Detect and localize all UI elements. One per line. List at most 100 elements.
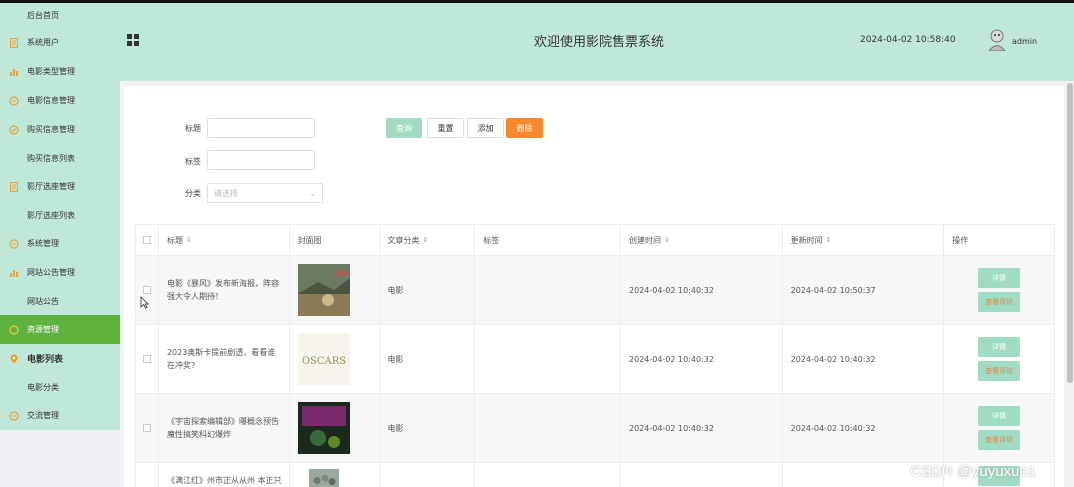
row-tag xyxy=(475,256,621,324)
table-body: 电影《暴风》发布新海报，阵容强大令人期待！ 暴风电影 2024-04-02 10:4… xyxy=(136,256,1054,463)
category-select-placeholder: 请选择 xyxy=(214,188,238,198)
cover-image xyxy=(308,469,339,487)
add-button[interactable]: 添加 xyxy=(467,118,504,138)
sidebar-item-label: 电影列表 xyxy=(27,355,64,365)
circle-icon xyxy=(9,324,19,335)
sidebar-item-10[interactable]: 网站公告 xyxy=(0,287,120,315)
row-title: 《宇宙探索编辑部》曝概念预告 魔性搞笑科幻爆炸 xyxy=(159,394,290,462)
row-updated: 2024-04-02 10:40:32 xyxy=(783,394,945,462)
title-filter-label: 标题 xyxy=(185,124,201,133)
row-updated: 2024-04-02 10:50:37 xyxy=(783,256,945,324)
header-cover: 封面图 xyxy=(290,225,380,255)
avatar-icon[interactable] xyxy=(987,29,1007,52)
detail-button[interactable]: 详情 xyxy=(978,337,1021,357)
sidebar-item-1[interactable]: 系统用户 xyxy=(0,28,120,57)
chat-icon xyxy=(9,238,19,249)
header-tag: 标签 xyxy=(475,225,621,255)
sidebar-item-8[interactable]: 系统管理 xyxy=(0,229,120,258)
sidebar-item-13[interactable]: 电影分类 xyxy=(0,373,120,401)
sidebar-item-label: 影厅选座列表 xyxy=(27,210,75,220)
row-checkbox[interactable] xyxy=(142,286,151,294)
title-filter-input[interactable] xyxy=(207,118,315,138)
sidebar-item-label: 系统管理 xyxy=(27,239,59,248)
row-checkbox[interactable] xyxy=(142,355,151,363)
sidebar-item-4[interactable]: 购买信息管理 xyxy=(0,115,120,144)
table-row: 2023奥斯卡提前剧透，看看谁在冲奖? OSCARS 电影 2024-04-02 10… xyxy=(136,325,1054,394)
sort-icon[interactable]: ⇕ xyxy=(423,236,429,244)
detail-button[interactable]: 详情 xyxy=(978,268,1021,288)
header-title[interactable]: 标题 ⇕ xyxy=(159,225,290,255)
system-title: 欢迎使用影院售票系统 xyxy=(534,35,665,50)
sidebar-item-label: 购买信息管理 xyxy=(27,125,75,134)
page-scrollbar[interactable] xyxy=(1066,81,1074,487)
row-created: 2024-04-02 10:40:32 xyxy=(621,325,783,393)
sidebar-item-12[interactable]: 电影列表 xyxy=(0,344,120,373)
sidebar-item-5[interactable]: 购买信息列表 xyxy=(0,144,120,172)
row-created: 2024-04-02 10:40:32 xyxy=(621,256,783,324)
view-comments-button[interactable]: 查看评论 xyxy=(978,292,1021,312)
sidebar-item-label: 购买信息列表 xyxy=(27,153,75,163)
sidebar-item-2[interactable]: 电影类型管理 xyxy=(0,57,120,86)
header-category[interactable]: 文章分类 ⇕ xyxy=(380,225,476,255)
chevron-down-icon: ⌄ xyxy=(309,188,316,198)
category-select[interactable]: 请选择 ⌄ xyxy=(207,183,323,203)
sidebar-item-3[interactable]: 电影信息管理 xyxy=(0,86,120,115)
tag-filter-label: 标签 xyxy=(185,157,201,166)
sidebar-item-14[interactable]: 交流管理 xyxy=(0,401,120,430)
row-category: 电影 xyxy=(380,394,476,462)
main-content: 标题 标签 分类 请选择 ⌄ 查询 重置 添加 删除 标题 ⇕ 封面图 文章分类 ⇕… xyxy=(124,86,1064,487)
sidebar-item-label: 后台首页 xyxy=(27,11,59,20)
select-all-checkbox[interactable] xyxy=(142,236,151,244)
row-created: 2024-04-02 10:40:32 xyxy=(621,394,783,462)
sort-icon[interactable]: ⇕ xyxy=(826,236,832,244)
chat-icon xyxy=(9,410,19,421)
sidebar-item-label: 资源管理 xyxy=(27,325,59,334)
watermark: CSDN @yuyuxun1 xyxy=(910,463,1037,480)
sort-icon[interactable]: ⇕ xyxy=(186,234,192,247)
table-row: 电影《暴风》发布新海报，阵容强大令人期待！ 暴风 电影 2024-04-02 10:4… xyxy=(136,256,1054,325)
menu-toggle-icon[interactable] xyxy=(127,34,139,46)
cover-image xyxy=(297,402,350,454)
row-title: 2023奥斯卡提前剧透，看看谁在冲奖? xyxy=(159,325,290,393)
row-tag xyxy=(475,394,621,462)
row-title: 电影《暴风》发布新海报，阵容强大令人期待！ xyxy=(159,256,290,324)
sidebar-item-11[interactable]: 资源管理 xyxy=(0,315,120,344)
view-comments-button[interactable]: 查看评论 xyxy=(978,430,1021,450)
svg-text:暴风: 暴风 xyxy=(334,270,348,278)
chat-icon xyxy=(9,95,19,106)
header: 欢迎使用影院售票系统 2024-04-02 10:58:40 admin xyxy=(120,3,1074,81)
username[interactable]: admin xyxy=(1012,37,1037,46)
sidebar: 后台首页系统用户电影类型管理 电影信息管理购买信息管理 购买信息列表影厅选座管理影厅… xyxy=(0,3,120,487)
sidebar-item-0[interactable]: 后台首页 xyxy=(0,3,120,28)
sidebar-item-7[interactable]: 影厅选座列表 xyxy=(0,201,120,229)
header-updated[interactable]: 更新时间 ⇕ xyxy=(783,225,945,255)
bar-chart-icon xyxy=(9,67,19,77)
delete-button[interactable]: 删除 xyxy=(506,118,543,138)
reset-button[interactable]: 重置 xyxy=(427,118,464,138)
table-header: 标题 ⇕ 封面图 文章分类 ⇕ 标签 创建时间 ⇕ 更新时间 ⇕ 操作 xyxy=(136,225,1054,256)
view-comments-button[interactable]: 查看评论 xyxy=(978,361,1021,381)
row-checkbox[interactable] xyxy=(142,424,151,432)
cover-text: OSCARS xyxy=(302,356,346,367)
sidebar-item-label: 系统用户 xyxy=(27,38,59,47)
sidebar-item-9[interactable]: 网站公告管理 xyxy=(0,258,120,287)
detail-button[interactable]: 详情 xyxy=(978,406,1021,426)
current-datetime: 2024-04-02 10:58:40 xyxy=(860,35,956,45)
row-updated: 2024-04-02 10:40:32 xyxy=(783,325,945,393)
app-window: 后台首页系统用户电影类型管理 电影信息管理购买信息管理 购买信息列表影厅选座管理影厅… xyxy=(0,0,1074,487)
tag-filter-input[interactable] xyxy=(207,150,315,170)
row-category: 电影 xyxy=(380,325,476,393)
query-button[interactable]: 查询 xyxy=(386,118,422,138)
sidebar-item-label: 网站公告 xyxy=(27,296,59,306)
header-created[interactable]: 创建时间 ⇕ xyxy=(621,225,783,255)
category-filter-label: 分类 xyxy=(185,189,201,198)
sort-icon[interactable]: ⇕ xyxy=(664,236,670,244)
document-icon xyxy=(9,37,19,48)
row-title: 《满江红》州市正从从州 本正只着到 xyxy=(159,463,290,487)
movie-table: 标题 ⇕ 封面图 文章分类 ⇕ 标签 创建时间 ⇕ 更新时间 ⇕ 操作 电影《暴风》发布… xyxy=(135,224,1055,487)
sidebar-item-label: 网站公告管理 xyxy=(27,268,75,277)
sidebar-item-6[interactable]: 影厅选座管理 xyxy=(0,172,120,201)
location-pin-icon xyxy=(9,354,19,364)
table-row: 《宇宙探索编辑部》曝概念预告 魔性搞笑科幻爆炸 电影 2024-04-02 10:4… xyxy=(136,394,1054,463)
document-icon xyxy=(9,181,19,192)
